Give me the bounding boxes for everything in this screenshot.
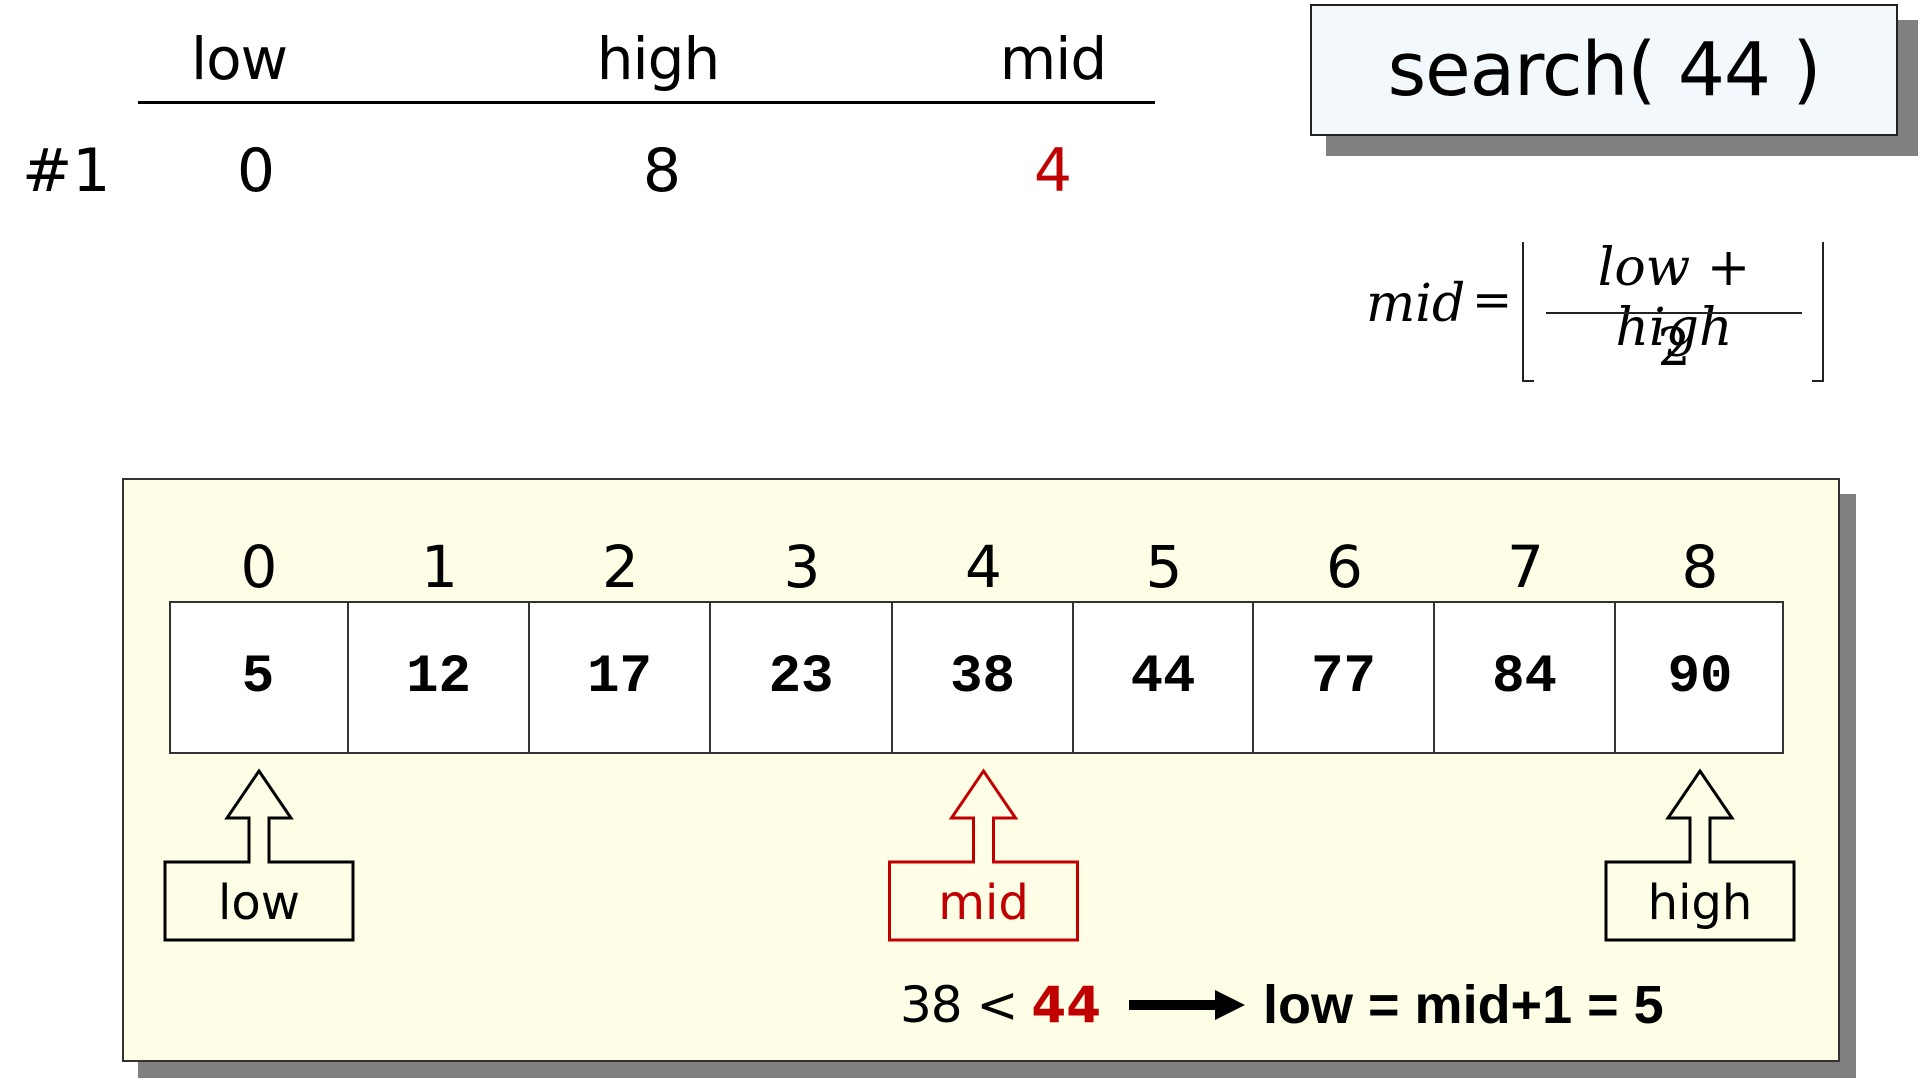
right-arrow-icon <box>1129 972 1246 1038</box>
low-pointer-label: low <box>218 875 300 931</box>
update-result: low = mid+1 = 5 <box>1263 975 1664 1035</box>
comparison-left: 38 < <box>900 976 1018 1034</box>
mid-pointer-label: mid <box>938 875 1029 931</box>
comparison-target: 44 <box>1031 976 1102 1034</box>
explanation-line: 38 < 44 low = mid+1 = 5 <box>900 972 1664 1038</box>
high-pointer-label: high <box>1647 875 1753 931</box>
